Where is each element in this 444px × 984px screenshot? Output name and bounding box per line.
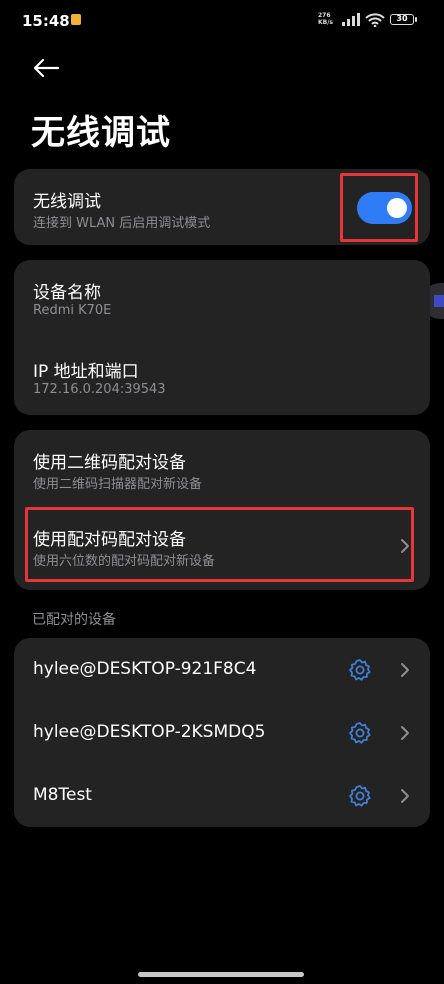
notification-icon	[71, 14, 81, 25]
paired-device-name: hylee@DESKTOP-921F8C4	[33, 659, 257, 679]
gear-icon[interactable]	[348, 784, 372, 808]
chevron-right-icon	[401, 663, 409, 677]
paired-device-name: M8Test	[33, 785, 92, 805]
chevron-right-icon	[401, 726, 409, 740]
paired-devices-label: 已配对的设备	[32, 612, 116, 628]
network-speed-unit: KB/s	[318, 19, 333, 26]
status-bar: 15:48 276 KB/s 30	[0, 0, 444, 40]
arrow-left-icon	[33, 58, 60, 78]
pair-qr-title: 使用二维码配对设备	[33, 453, 186, 473]
gesture-nav-bar[interactable]	[138, 972, 304, 977]
network-speed: 276 KB/s	[318, 12, 334, 26]
battery-icon: 30	[390, 14, 417, 25]
back-button[interactable]	[28, 52, 64, 84]
toggle-highlight-box	[340, 173, 418, 242]
paired-devices-card: hylee@DESKTOP-921F8C4 hylee@DESKTOP-2KSM…	[14, 638, 430, 827]
wireless-debugging-title: 无线调试	[33, 192, 101, 212]
wireless-debugging-subtitle: 连接到 WLAN 后启用调试模式	[33, 216, 211, 231]
paired-device-row[interactable]: M8Test	[14, 764, 430, 827]
signal-icon	[342, 13, 360, 26]
network-speed-value: 276	[318, 12, 331, 19]
page-title: 无线调试	[31, 113, 171, 153]
ip-port-title: IP 地址和端口	[33, 362, 139, 382]
pair-code-highlight-box	[25, 507, 414, 582]
device-name-title: 设备名称	[33, 283, 101, 303]
gear-icon[interactable]	[348, 721, 372, 745]
wifi-icon	[365, 13, 385, 27]
battery-level: 30	[396, 14, 408, 23]
ip-port-value: 172.16.0.204:39543	[33, 382, 166, 397]
device-info-card: 设备名称 Redmi K70E IP 地址和端口 172.16.0.204:39…	[14, 260, 430, 415]
gear-icon[interactable]	[348, 658, 372, 682]
chevron-right-icon	[401, 789, 409, 803]
device-name-value: Redmi K70E	[33, 303, 112, 318]
paired-device-name: hylee@DESKTOP-2KSMDQ5	[33, 722, 266, 742]
pair-qr-row[interactable]: 使用二维码配对设备 使用二维码扫描器配对新设备	[14, 430, 430, 505]
paired-device-row[interactable]: hylee@DESKTOP-2KSMDQ5	[14, 701, 430, 764]
paired-device-row[interactable]: hylee@DESKTOP-921F8C4	[14, 638, 430, 701]
pair-qr-subtitle: 使用二维码扫描器配对新设备	[33, 477, 203, 492]
status-time: 15:48	[22, 12, 70, 30]
